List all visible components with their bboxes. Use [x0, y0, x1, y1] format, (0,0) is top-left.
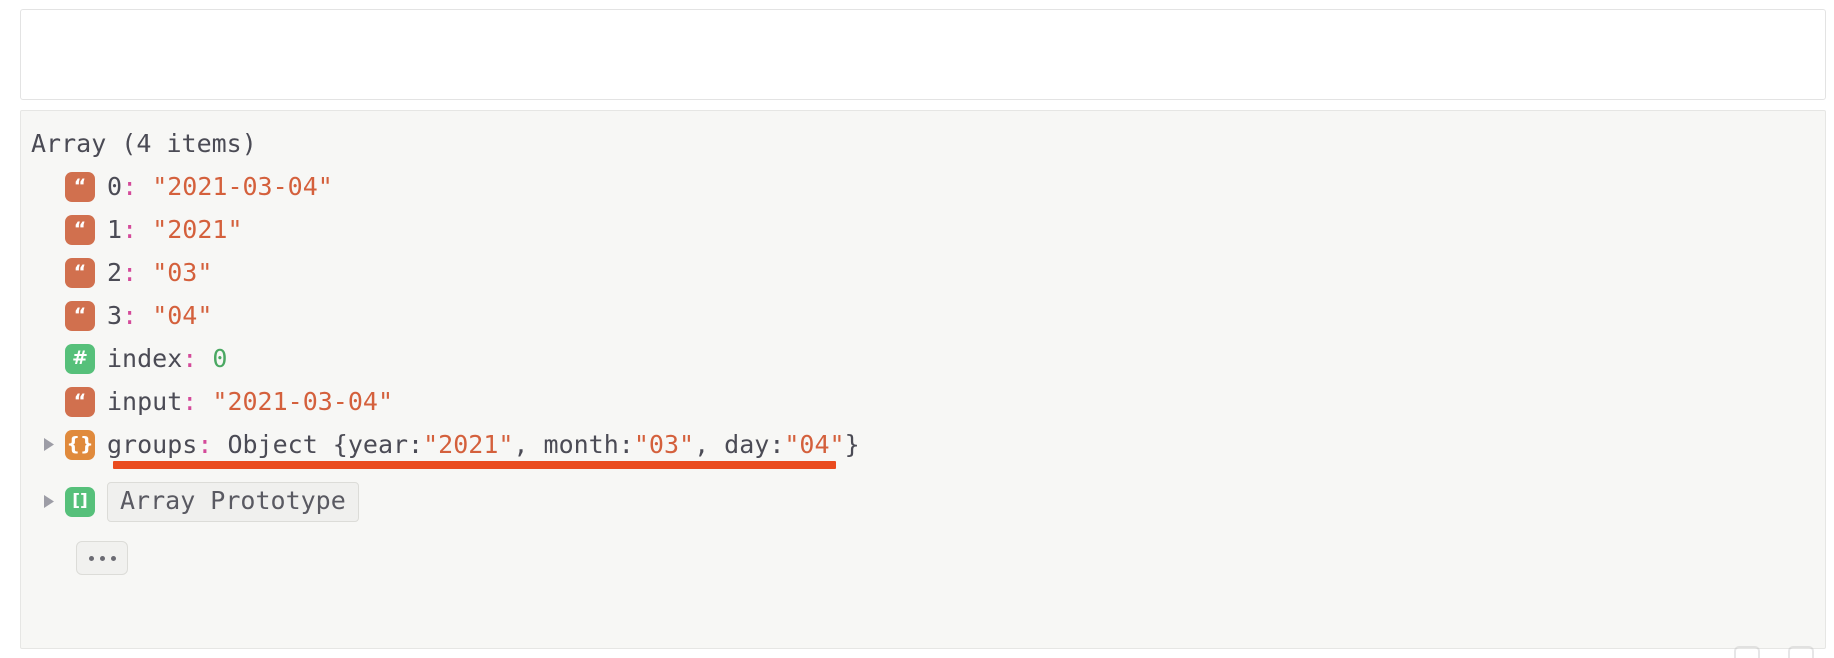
- list-item[interactable]: “ 0: "2021-03-04": [21, 165, 1825, 208]
- property-colon: :: [122, 258, 138, 287]
- property-value: "04": [152, 301, 213, 330]
- list-item[interactable]: “ 3: "04": [21, 294, 1825, 337]
- property-colon: :: [182, 387, 198, 416]
- dot: [88, 555, 94, 561]
- property-value: 0: [212, 344, 228, 373]
- string-type-icon: “: [65, 257, 95, 288]
- array-type-icon: []: [65, 486, 95, 517]
- property-colon: :: [197, 430, 213, 459]
- more-row: [21, 533, 1825, 583]
- property-colon: :: [122, 215, 138, 244]
- object-separator: , day:: [694, 430, 785, 459]
- code-content[interactable]: const re2 = /(?<year>\d{4})-(?<month>\d{…: [21, 10, 1825, 99]
- array-summary-label: Array (4 items): [31, 128, 257, 158]
- property-name: 3: [107, 301, 123, 330]
- property-value: "2021": [152, 215, 243, 244]
- property-name: 0: [107, 172, 123, 201]
- property-value: "03": [152, 258, 213, 287]
- string-type-icon: “: [65, 300, 95, 331]
- property-value: "2021-03-04": [212, 387, 394, 416]
- object-type-icon: {}: [65, 429, 95, 460]
- console-screenshot: 3 4 const re2 = /(?<year>\d{4})-(?<month…: [0, 0, 1834, 658]
- property-name: 1: [107, 215, 123, 244]
- string-type-icon: “: [65, 171, 95, 202]
- cut-off-control-icon: [1734, 646, 1760, 658]
- list-item[interactable]: “ input: "2021-03-04": [21, 380, 1825, 423]
- console-output-panel[interactable]: Array (4 items) “ 0: "2021-03-04" “ 1: "…: [20, 110, 1826, 649]
- property-colon: :: [182, 344, 198, 373]
- list-item-prototype[interactable]: [] Array Prototype: [21, 480, 1825, 523]
- groups-day-value: "04": [784, 430, 845, 459]
- show-more-button[interactable]: [76, 541, 128, 575]
- bottom-cut-off-controls: [1734, 646, 1814, 658]
- object-suffix: }: [844, 430, 860, 459]
- list-item[interactable]: # index: 0: [21, 337, 1825, 380]
- expand-triangle-icon[interactable]: [35, 494, 61, 509]
- groups-year-value: "2021": [423, 430, 514, 459]
- string-type-icon: “: [65, 386, 95, 417]
- property-colon: :: [122, 301, 138, 330]
- dot: [99, 555, 105, 561]
- property-name: index: [107, 344, 183, 373]
- array-summary-header: Array (4 items): [21, 121, 1825, 165]
- string-type-icon: “: [65, 214, 95, 245]
- object-separator: , month:: [513, 430, 634, 459]
- property-colon: :: [122, 172, 138, 201]
- list-item[interactable]: “ 2: "03": [21, 251, 1825, 294]
- property-name: groups: [107, 430, 198, 459]
- code-editor-panel[interactable]: 3 4 const re2 = /(?<year>\d{4})-(?<month…: [20, 9, 1826, 100]
- red-underline-annotation: [113, 461, 836, 469]
- expand-triangle-icon[interactable]: [35, 437, 61, 452]
- list-item-groups[interactable]: {} groups: Object {year: "2021", month: …: [21, 423, 1825, 469]
- property-name: 2: [107, 258, 123, 287]
- dot: [110, 555, 116, 561]
- groups-month-value: "03": [633, 430, 695, 459]
- cut-off-control-icon: [1788, 646, 1814, 658]
- prototype-chip-label[interactable]: Array Prototype: [107, 481, 359, 522]
- object-prefix: Object {year:: [227, 430, 424, 459]
- number-type-icon: #: [65, 343, 95, 374]
- list-item[interactable]: “ 1: "2021": [21, 208, 1825, 251]
- property-value: "2021-03-04": [152, 172, 333, 201]
- property-name: input: [107, 387, 183, 416]
